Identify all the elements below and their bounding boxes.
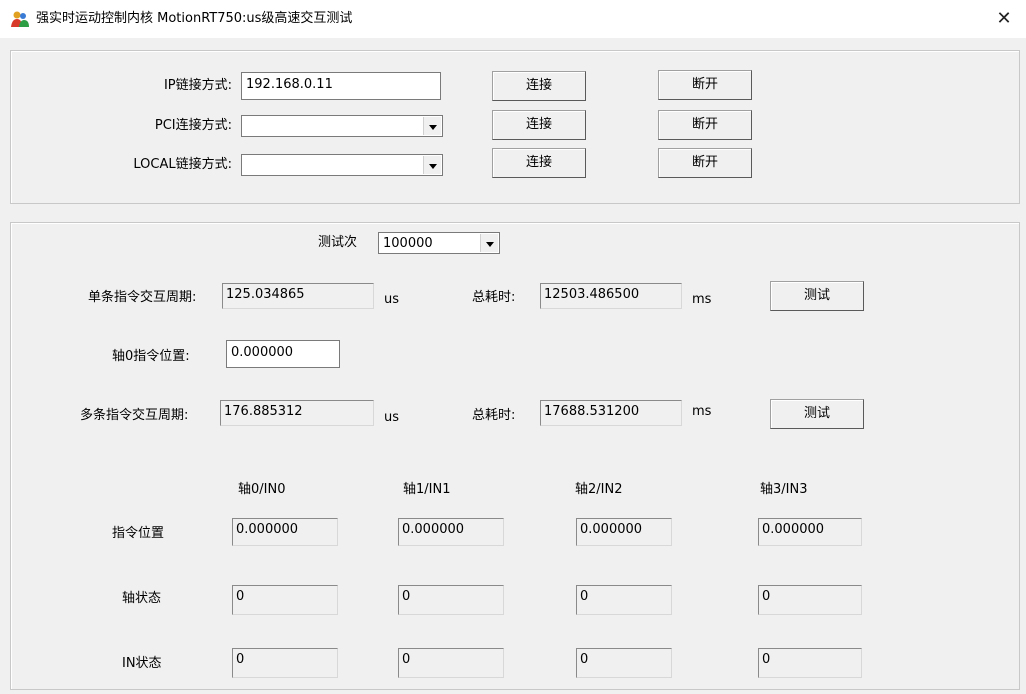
single-cycle-label: 单条指令交互周期: — [88, 290, 197, 305]
multi-cycle-value: 176.885312 — [220, 400, 374, 426]
axis-status-2: 0 — [576, 585, 672, 615]
pci-disconnect-button[interactable]: 断开 — [658, 110, 752, 140]
local-disconnect-button[interactable]: 断开 — [658, 148, 752, 178]
test-count-value: 100000 — [383, 236, 433, 251]
cmd-pos-2: 0.000000 — [576, 518, 672, 546]
chevron-down-icon[interactable] — [423, 156, 441, 174]
ip-disconnect-button[interactable]: 断开 — [658, 70, 752, 100]
ip-connect-label: IP链接方式: — [163, 78, 232, 93]
axis-status-0: 0 — [232, 585, 338, 615]
ip-connect-button[interactable]: 连接 — [492, 71, 586, 101]
axis-header-1: 轴1/IN1 — [403, 482, 451, 497]
test-count-select[interactable]: 100000 — [378, 232, 500, 254]
cmd-pos-3: 0.000000 — [758, 518, 862, 546]
multi-test-button[interactable]: 测试 — [770, 399, 864, 429]
multi-cycle-unit: us — [384, 410, 400, 425]
single-cycle-unit: us — [384, 292, 400, 307]
single-test-button[interactable]: 测试 — [770, 281, 864, 311]
test-count-label: 测试次 — [318, 235, 358, 250]
axis-header-2: 轴2/IN2 — [575, 482, 623, 497]
axis0-pos-input[interactable]: 0.000000 — [226, 340, 340, 368]
cmd-pos-0: 0.000000 — [232, 518, 338, 546]
multi-total-value: 17688.531200 — [540, 400, 682, 426]
app-people-icon — [11, 11, 29, 27]
chevron-down-icon[interactable] — [480, 234, 498, 252]
single-total-value: 12503.486500 — [540, 283, 682, 309]
chevron-down-icon[interactable] — [423, 117, 441, 135]
pci-select[interactable] — [241, 115, 443, 137]
axis-header-3: 轴3/IN3 — [760, 482, 808, 497]
axis0-pos-label: 轴0指令位置: — [112, 349, 190, 364]
single-total-label: 总耗时: — [472, 290, 516, 305]
multi-total-unit: ms — [692, 404, 712, 419]
pci-connect-button[interactable]: 连接 — [492, 110, 586, 140]
cmd-pos-1: 0.000000 — [398, 518, 504, 546]
local-select[interactable] — [241, 154, 443, 176]
pci-connect-label: PCI连接方式: — [154, 118, 232, 133]
local-connect-label: LOCAL链接方式: — [133, 157, 232, 172]
axis-header-0: 轴0/IN0 — [238, 482, 286, 497]
local-connect-button[interactable]: 连接 — [492, 148, 586, 178]
in-status-1: 0 — [398, 648, 504, 678]
window-title: 强实时运动控制内核 MotionRT750:us级高速交互测试 — [36, 11, 353, 26]
axis-status-1: 0 — [398, 585, 504, 615]
in-status-2: 0 — [576, 648, 672, 678]
single-cycle-value: 125.034865 — [222, 283, 374, 309]
single-total-unit: ms — [692, 292, 712, 307]
multi-cycle-label: 多条指令交互周期: — [80, 408, 189, 423]
ip-address-input[interactable]: 192.168.0.11 — [241, 72, 441, 100]
row-label-in-status: IN状态 — [122, 656, 162, 671]
in-status-0: 0 — [232, 648, 338, 678]
row-label-axis-status: 轴状态 — [122, 591, 162, 606]
axis-status-3: 0 — [758, 585, 862, 615]
close-icon[interactable]: ✕ — [990, 6, 1018, 32]
row-label-cmd-pos: 指令位置 — [112, 526, 165, 541]
in-status-3: 0 — [758, 648, 862, 678]
multi-total-label: 总耗时: — [472, 408, 516, 423]
